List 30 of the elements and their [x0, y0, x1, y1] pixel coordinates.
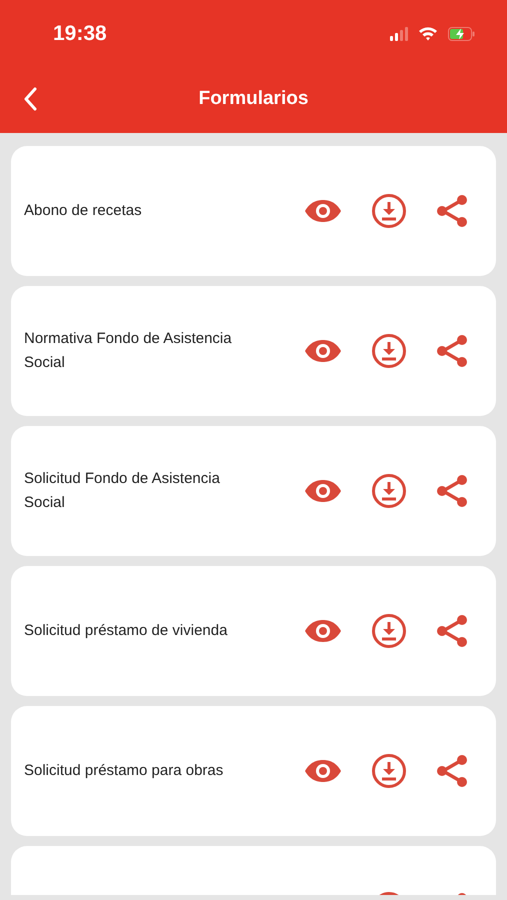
- share-icon[interactable]: [436, 194, 468, 228]
- share-icon[interactable]: [436, 754, 468, 788]
- form-card[interactable]: Solicitud Fondo de Asistencia Social: [11, 426, 496, 556]
- screen-title: Formularios: [198, 86, 308, 111]
- download-icon[interactable]: [372, 754, 406, 788]
- form-title: Normativa Fondo de Asistencia Social: [24, 330, 232, 371]
- wifi-icon: [418, 26, 438, 41]
- share-icon[interactable]: [436, 334, 468, 368]
- eye-icon[interactable]: [304, 339, 342, 363]
- form-title: Abono de recetas: [24, 202, 142, 219]
- form-title: Solicitud préstamo de vivienda: [24, 622, 228, 639]
- eye-icon[interactable]: [304, 479, 342, 503]
- form-card[interactable]: Normativa Fondo de Asistencia Social: [11, 286, 496, 416]
- eye-icon[interactable]: [304, 619, 342, 643]
- form-card[interactable]: Solicitud préstamo de vivienda: [11, 566, 496, 696]
- eye-icon[interactable]: [304, 759, 342, 783]
- form-card[interactable]: Abono de recetas: [11, 146, 496, 276]
- share-icon[interactable]: [436, 614, 468, 648]
- download-icon[interactable]: [372, 614, 406, 648]
- form-title: Solicitud préstamo para obras: [24, 762, 224, 779]
- download-icon[interactable]: [372, 334, 406, 368]
- battery-charging-icon: [448, 26, 475, 40]
- form-title: Solicitud Fondo de Asistencia Social: [24, 470, 220, 511]
- form-card[interactable]: Solicitud préstamo para obras: [11, 706, 496, 836]
- download-icon[interactable]: [372, 474, 406, 508]
- download-icon[interactable]: [372, 194, 406, 228]
- signal-icon: [390, 26, 408, 40]
- share-icon[interactable]: [436, 474, 468, 508]
- status-time: 19:38: [53, 20, 107, 47]
- eye-icon[interactable]: [304, 199, 342, 223]
